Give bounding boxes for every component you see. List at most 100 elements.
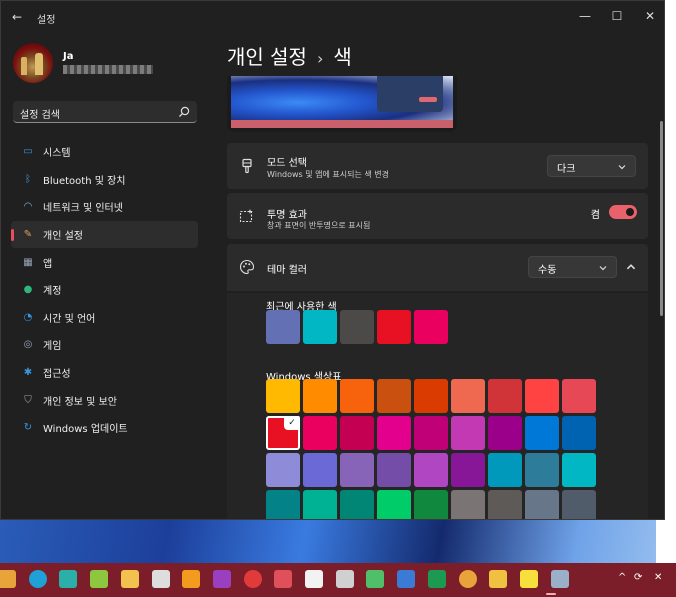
- explorer-icon[interactable]: [0, 570, 16, 588]
- scrollbar[interactable]: [660, 121, 663, 316]
- windows-color-swatch[interactable]: [377, 379, 411, 413]
- windows-color-swatch[interactable]: [414, 453, 448, 487]
- windows-color-swatch[interactable]: [525, 379, 559, 413]
- search-app-icon[interactable]: [182, 570, 201, 588]
- transparency-toggle[interactable]: [609, 205, 637, 219]
- windows-color-swatch[interactable]: [377, 490, 411, 519]
- windows-color-swatch[interactable]: [414, 416, 448, 450]
- windows-color-swatch[interactable]: [303, 379, 337, 413]
- windows-color-swatch[interactable]: [525, 490, 559, 519]
- windows-color-swatch[interactable]: [451, 490, 485, 519]
- maximize-button[interactable]: ☐: [605, 7, 629, 25]
- windows-color-swatch[interactable]: [488, 416, 522, 450]
- windows-color-swatch[interactable]: [562, 453, 596, 487]
- kakaotalk-icon[interactable]: [519, 570, 538, 588]
- accent-color-card: 테마 컬러 수동: [227, 244, 648, 291]
- sidebar-item-label: 계정: [43, 286, 62, 298]
- messenger-icon[interactable]: [489, 570, 508, 588]
- preview-window: [377, 76, 443, 112]
- sidebar-item-label: Bluetooth 및 장치: [43, 175, 126, 187]
- apps-icon: ▦: [23, 256, 33, 268]
- search-input[interactable]: 설정 검색: [13, 101, 197, 123]
- globe-clock-icon: ◔: [23, 311, 33, 323]
- sidebar-item-11[interactable]: ↻ Windows 업데이트: [11, 414, 198, 442]
- sync-icon[interactable]: ⟳: [634, 572, 642, 583]
- document-icon[interactable]: [335, 570, 354, 588]
- recent-color-swatch[interactable]: [340, 310, 374, 344]
- capcut-icon[interactable]: [305, 570, 323, 588]
- windows-color-swatch[interactable]: [266, 453, 300, 487]
- windows-color-swatch[interactable]: [340, 379, 374, 413]
- sidebar-item-10[interactable]: ⛉ 개인 정보 및 보안: [11, 386, 198, 414]
- active-app-indicator: [546, 593, 556, 595]
- sidebar-item-1[interactable]: ▭ 시스템: [11, 138, 198, 166]
- capture-icon[interactable]: [397, 570, 416, 588]
- record-icon[interactable]: [243, 570, 262, 588]
- stripes-icon[interactable]: [274, 570, 293, 588]
- chrome-icon[interactable]: [458, 570, 477, 588]
- mode-dropdown[interactable]: 다크: [547, 155, 636, 177]
- windows-color-swatch[interactable]: [562, 416, 596, 450]
- vero-icon[interactable]: [59, 570, 78, 588]
- presentation-icon[interactable]: [120, 570, 139, 588]
- recent-color-swatch[interactable]: [377, 310, 411, 344]
- wifi-icon: ◠: [23, 201, 33, 213]
- sidebar-item-6[interactable]: ● 계정: [11, 276, 198, 304]
- windows-color-swatch[interactable]: [266, 490, 300, 519]
- windows-color-swatch[interactable]: [451, 416, 485, 450]
- sidebar-item-2[interactable]: ᛒ Bluetooth 및 장치: [11, 166, 198, 194]
- search-icon[interactable]: [177, 105, 191, 119]
- sidebar-item-8[interactable]: ◎ 게임: [11, 331, 198, 359]
- user-email-redacted: [63, 65, 153, 74]
- sidebar-item-3[interactable]: ◠ 네트워크 및 인터넷: [11, 193, 198, 221]
- windows-color-swatch[interactable]: [377, 453, 411, 487]
- recent-color-swatch[interactable]: [303, 310, 337, 344]
- windows-color-swatch[interactable]: [340, 453, 374, 487]
- recent-color-swatch[interactable]: [414, 310, 448, 344]
- back-button[interactable]: ←: [9, 9, 25, 25]
- windows-color-swatch[interactable]: [525, 453, 559, 487]
- chess-icon[interactable]: [151, 570, 170, 588]
- windows-color-swatch[interactable]: [414, 490, 448, 519]
- tree-icon[interactable]: [366, 570, 385, 588]
- close-button[interactable]: ✕: [638, 7, 662, 25]
- windows-color-swatch[interactable]: [414, 379, 448, 413]
- windows-color-swatch[interactable]: [377, 416, 411, 450]
- account-icon: ●: [23, 284, 33, 296]
- onenote-icon[interactable]: [212, 570, 231, 588]
- windows-color-swatch[interactable]: [488, 379, 522, 413]
- tray-overflow-icon[interactable]: ^: [618, 572, 626, 583]
- windows-color-swatch[interactable]: [562, 379, 596, 413]
- breadcrumb-separator: ›: [316, 49, 324, 68]
- windows-color-swatch[interactable]: [340, 490, 374, 519]
- palette-icon: [239, 259, 255, 275]
- accent-mode-dropdown[interactable]: 수동: [528, 256, 617, 278]
- windows-color-swatch[interactable]: [303, 416, 337, 450]
- windows-color-swatch[interactable]: [488, 453, 522, 487]
- windows-color-swatch[interactable]: [525, 416, 559, 450]
- windows-color-swatch[interactable]: [303, 453, 337, 487]
- windows-color-swatch[interactable]: [451, 453, 485, 487]
- windows-color-swatch[interactable]: [451, 379, 485, 413]
- windows-color-swatch[interactable]: [488, 490, 522, 519]
- settings-icon[interactable]: [550, 570, 569, 588]
- recent-color-swatch[interactable]: [266, 310, 300, 344]
- windows-color-swatch[interactable]: [266, 379, 300, 413]
- sidebar-item-5[interactable]: ▦ 앱: [11, 248, 198, 276]
- windows-color-swatch[interactable]: [303, 490, 337, 519]
- sidebar-item-7[interactable]: ◔ 시간 및 언어: [11, 304, 198, 332]
- windows-color-swatch[interactable]: [340, 416, 374, 450]
- excel-icon[interactable]: [427, 570, 446, 588]
- tray-close-icon[interactable]: ✕: [654, 572, 662, 583]
- breadcrumb-parent[interactable]: 개인 설정: [227, 45, 307, 69]
- photos-icon[interactable]: [90, 570, 109, 588]
- minimize-button[interactable]: —: [573, 7, 597, 25]
- avatar[interactable]: [13, 43, 53, 83]
- sidebar-item-4[interactable]: ✎ 개인 설정: [11, 220, 198, 249]
- chevron-up-icon[interactable]: [625, 261, 637, 273]
- edge-icon[interactable]: [28, 570, 47, 588]
- sidebar-item-9[interactable]: ✱ 접근성: [11, 359, 198, 387]
- windows-color-swatch[interactable]: [562, 490, 596, 519]
- windows-color-swatch[interactable]: ✓: [266, 416, 300, 450]
- toggle-knob: [626, 208, 634, 216]
